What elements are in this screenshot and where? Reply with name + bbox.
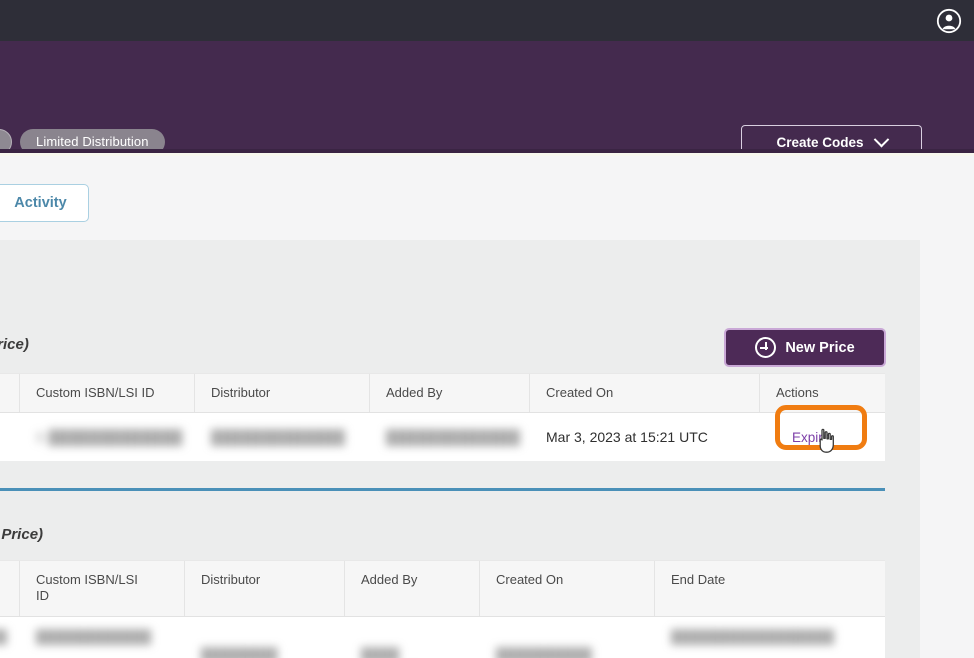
cell-price: 0 [0, 418, 20, 456]
column-header-created-on: Created On [530, 374, 760, 413]
page-title-band: Limited Distribution Create Codes [0, 41, 974, 159]
cell-distributor-2: ████████ ████ [201, 646, 278, 658]
column-header-distributor: Distributor [195, 374, 370, 413]
column-header-created-on-2: Created On [480, 561, 655, 616]
cell-added-by-2: ████ ██████ [361, 646, 400, 658]
column-header-distributor-2: Distributor [185, 561, 345, 616]
new-price-label: New Price [785, 339, 855, 356]
cell-distributor: █████████████ [211, 429, 346, 446]
cell-custom-isbn-2: ████████████ [36, 628, 152, 644]
column-header-custom-isbn: Custom ISBN/LSI ID [20, 374, 195, 413]
create-codes-label: Create Codes [776, 134, 864, 150]
chevron-down-icon [873, 131, 889, 147]
cell-custom-isbn: $ █████████████ [36, 429, 183, 446]
column-header-price: e [0, 374, 20, 413]
cell-created-on-2: ██████████ ██████ [496, 646, 593, 658]
cell-price-2: ██ [0, 628, 8, 644]
section-heading-2: art Price) [0, 526, 44, 543]
column-header-added-by-2: Added By [345, 561, 480, 616]
table-header-row: e Custom ISBN/LSI ID Distributor Added B… [0, 373, 885, 414]
account-circle-icon[interactable] [936, 8, 962, 34]
tab-activity[interactable]: Activity [0, 184, 89, 222]
tab-activity-label: Activity [14, 195, 67, 211]
content-panel: t Price) New Price e Custom ISBN/LSI ID … [0, 240, 920, 658]
expire-link[interactable]: Expire [792, 430, 830, 445]
plus-circle-icon [755, 337, 777, 358]
price-table-history: e Custom ISBN/LSI ID Distributor Added B… [0, 560, 885, 658]
table-row: 0 $ █████████████ █████████████ ████████… [0, 413, 885, 462]
column-header-custom-isbn-2: Custom ISBN/LSI ID [20, 561, 185, 616]
top-navigation-bar [0, 0, 974, 41]
tab-strip: Activity [0, 156, 974, 232]
section-heading: t Price) [0, 336, 29, 353]
column-header-added-by: Added By [370, 374, 530, 413]
table-row: █ █ ███████████ █ ███████ █ ███ █ ████ █████… [0, 616, 885, 658]
cell-end-date: █████████████████ [671, 628, 835, 644]
column-header-end-date: End Date [671, 572, 726, 587]
price-table-current: e Custom ISBN/LSI ID Distributor Added B… [0, 373, 885, 462]
new-price-button[interactable]: New Price [724, 328, 886, 367]
cell-created-on: Mar 3, 2023 at 15:21 UTC [546, 429, 708, 446]
table-header-row: e Custom ISBN/LSI ID Distributor Added B… [0, 560, 885, 617]
cell-actions: Expire [760, 418, 885, 457]
column-header-actions: Actions [776, 385, 819, 400]
column-header-price-2: e [0, 561, 20, 616]
cell-added-by: █████████████ [386, 429, 521, 446]
app-screen: Limited Distribution Create Codes Activi… [0, 0, 974, 658]
section-divider [0, 488, 885, 491]
